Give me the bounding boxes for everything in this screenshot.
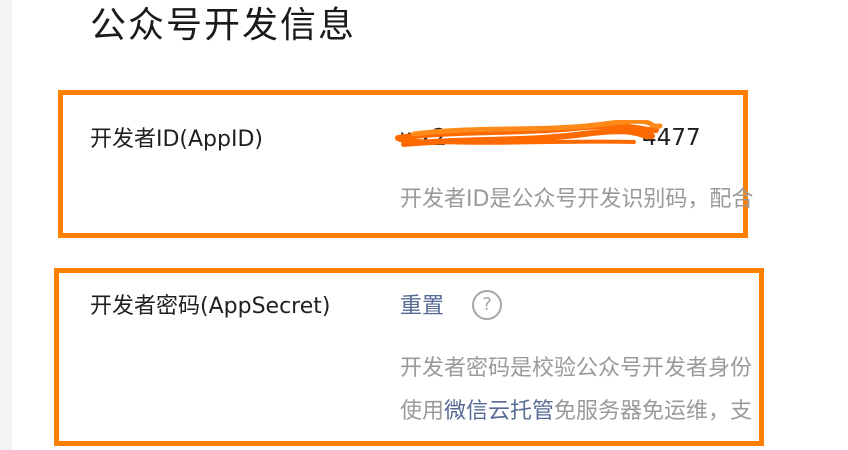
appid-label: 开发者ID(AppID) <box>90 127 264 152</box>
appsecret-description-suffix: 免服务器免运维，支 <box>554 399 753 424</box>
reset-secret-link[interactable]: 重置 <box>400 287 444 327</box>
page-left-strip <box>0 0 12 450</box>
appid-description: 开发者ID是公众号开发识别码，配合 <box>400 187 754 212</box>
wechat-cloud-hosting-link[interactable]: 微信云托管 <box>444 399 554 424</box>
redaction-scribble <box>395 120 663 147</box>
appsecret-label: 开发者密码(AppSecret) <box>90 294 331 319</box>
appsecret-description-line2: 使用微信云托管免服务器免运维，支 <box>400 392 752 432</box>
help-icon[interactable]: ? <box>472 290 502 320</box>
appsecret-description-line1: 开发者密码是校验公众号开发者身份 <box>400 356 753 381</box>
appsecret-description-prefix: 使用 <box>400 399 445 424</box>
page-title: 公众号开发信息 <box>90 5 357 46</box>
